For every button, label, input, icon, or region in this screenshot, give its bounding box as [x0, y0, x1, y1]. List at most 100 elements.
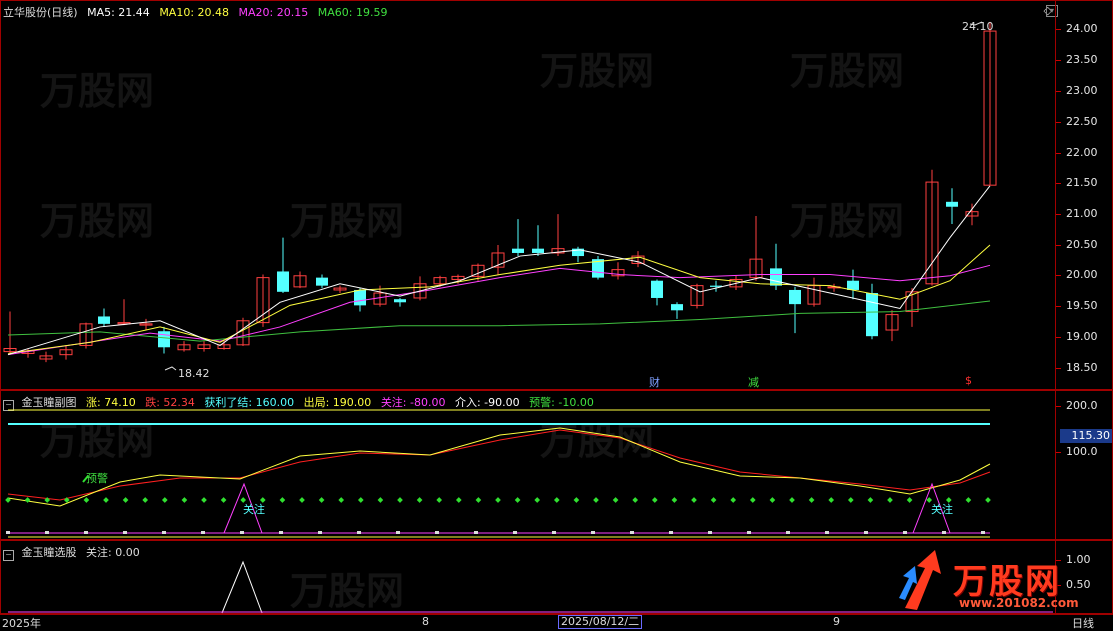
marker-tick	[864, 531, 868, 534]
yujing-dot	[847, 497, 854, 503]
yujing-dot	[299, 497, 305, 503]
yujing-dot	[24, 497, 31, 503]
chart-window[interactable]: 立华股份(日线) MA5: 21.44 MA10: 20.48 MA20: 20…	[0, 0, 1113, 630]
yujing-dot	[985, 497, 991, 503]
candle-body-down	[512, 248, 524, 253]
finance-marker[interactable]: 财	[649, 374, 660, 390]
low-price-label: 18.42	[178, 367, 210, 380]
yujing-dot	[573, 497, 580, 503]
yujing-dot	[279, 497, 286, 503]
marker-tick	[747, 531, 751, 534]
marker-tick	[786, 531, 790, 534]
yujing-dot	[612, 497, 619, 503]
select-signal	[221, 560, 263, 614]
x-label-month: 9	[833, 615, 840, 628]
yujing-dot	[397, 497, 403, 503]
yujing-dot	[965, 497, 972, 503]
reduce-marker[interactable]: 减	[748, 374, 759, 390]
dollar-marker[interactable]: $	[965, 374, 972, 387]
marker-tick	[318, 531, 322, 534]
yujing-dot	[416, 497, 423, 503]
candle-body-down	[847, 280, 859, 290]
yujing-dot	[691, 497, 697, 503]
candle-body-down	[354, 289, 366, 306]
zhang-line	[7, 427, 991, 507]
yujing-dot	[83, 497, 90, 503]
yujing-dot	[710, 497, 717, 503]
yujing-dot	[122, 497, 129, 503]
yujing-dot	[671, 497, 678, 503]
yujing-dot	[142, 497, 149, 503]
marker-tick	[708, 531, 712, 534]
candle-body-down	[789, 289, 801, 305]
guanzhu-label: 关注	[931, 503, 953, 516]
yujing-dot	[103, 497, 109, 503]
candle-body-down	[158, 331, 170, 348]
marker-tick	[669, 531, 673, 534]
candle-body-down	[394, 299, 406, 303]
candle-body-down	[98, 316, 110, 324]
high-price-label: 24.10	[962, 20, 994, 33]
marker-tick	[903, 531, 907, 534]
marker-tick	[942, 531, 946, 534]
yujing-dot	[651, 497, 658, 503]
yujing-dot	[906, 497, 913, 503]
marker-tick	[591, 531, 595, 534]
yujing-dot	[220, 497, 227, 503]
yujing-dot	[514, 497, 521, 503]
yujing-dot	[495, 497, 501, 503]
yujing-dot	[181, 497, 188, 503]
candle-body-down	[671, 304, 683, 311]
low-pointer	[164, 366, 177, 371]
die-line	[7, 429, 991, 501]
ma20-line	[7, 264, 991, 356]
candle-body-down	[277, 271, 289, 292]
yujing-dot	[377, 497, 384, 503]
marker-tick	[357, 531, 361, 534]
marker-tick	[630, 531, 634, 534]
time-axis: 2025年 8 2025/08/12/二 9 日线	[0, 614, 1113, 630]
yujing-dot	[789, 497, 795, 503]
guanzhu-label: 关注	[243, 503, 265, 516]
cursor-date: 2025/08/12/二	[558, 615, 643, 629]
candle-body-down	[532, 248, 544, 253]
arrow-icon	[899, 550, 941, 610]
chart-surface[interactable]	[0, 0, 1113, 629]
marker-tick	[513, 531, 517, 534]
marker-tick	[474, 531, 478, 534]
yujing-dot	[593, 497, 599, 503]
yujing-dot	[867, 497, 874, 503]
marker-tick	[162, 531, 166, 534]
candle-body-down	[316, 277, 328, 286]
yujing-dot	[201, 497, 207, 503]
marker-tick	[396, 531, 400, 534]
marker-tick	[981, 531, 985, 534]
yujing-dot	[475, 497, 482, 503]
yujing-dot	[357, 497, 364, 503]
yujing-dot	[436, 497, 443, 503]
marker-tick	[6, 531, 10, 534]
yujing-label: 预警	[86, 472, 108, 485]
ma5-line	[7, 185, 991, 356]
marker-tick	[825, 531, 829, 534]
candle-body-down	[946, 201, 958, 207]
yujing-dot	[534, 497, 541, 503]
yujing-dot	[455, 497, 462, 503]
marker-tick	[279, 531, 283, 534]
marker-tick	[552, 531, 556, 534]
yujing-dot	[887, 497, 893, 503]
yujing-dot	[161, 497, 168, 503]
marker-tick	[201, 531, 205, 534]
candle-body-down	[651, 280, 663, 298]
candle-body-down	[866, 293, 878, 337]
yujing-dot	[553, 497, 560, 503]
marker-tick	[123, 531, 127, 534]
yujing-dot	[338, 497, 345, 503]
candle-body-down	[770, 268, 782, 286]
yujing-dot	[749, 497, 756, 503]
logo-url: www.201082.com	[959, 596, 1079, 610]
yujing-dot	[808, 497, 815, 503]
yujing-dot	[828, 497, 835, 503]
marker-tick	[84, 531, 88, 534]
brand-logo: 万股网 www.201082.com	[895, 548, 1095, 616]
